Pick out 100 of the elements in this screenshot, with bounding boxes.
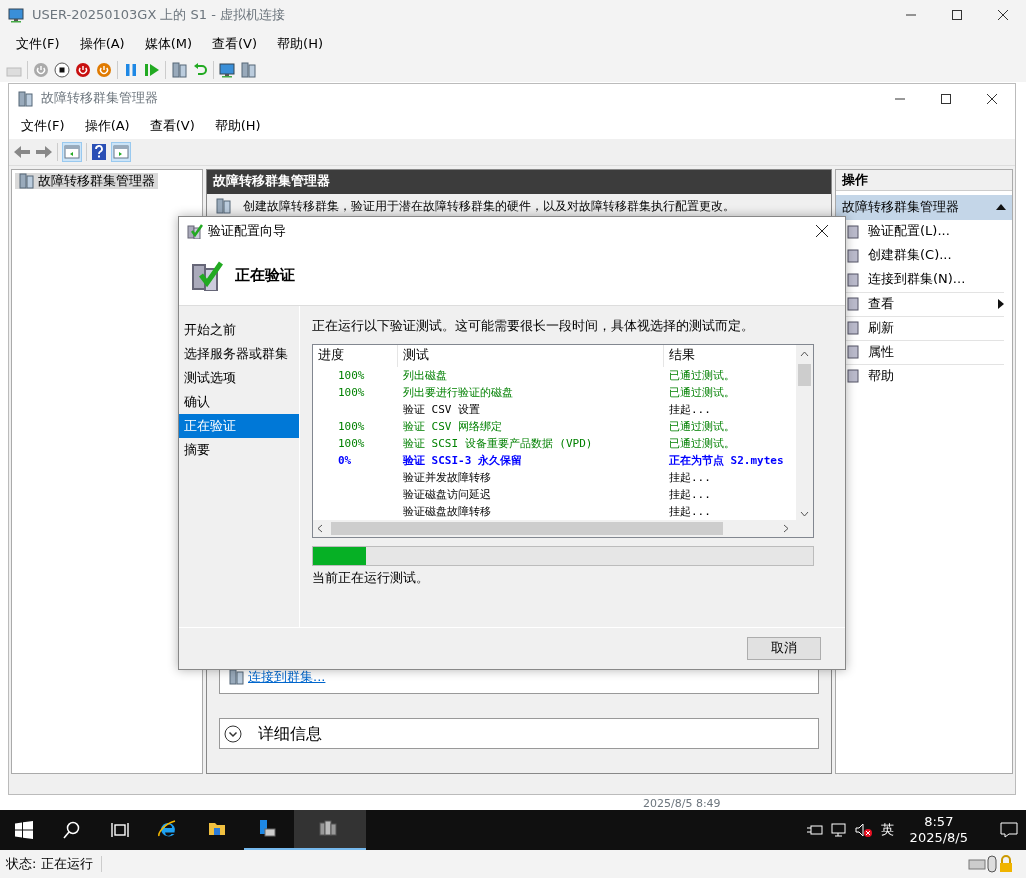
undo-icon[interactable] [192, 62, 208, 78]
server-check-icon [187, 223, 203, 239]
menu-item[interactable]: 操作(A) [69, 35, 135, 53]
action-item[interactable]: 创建群集(C)... [836, 243, 1004, 268]
column-header[interactable]: 测试 [398, 345, 664, 368]
progress-cell-text: 100% [337, 368, 366, 385]
submenu-arrow-icon [998, 299, 1004, 309]
volume-muted-icon[interactable] [854, 823, 873, 837]
time-text: 8:57 [924, 813, 954, 830]
help-icon[interactable] [91, 143, 107, 161]
wizard-step[interactable]: 选择服务器或群集 [179, 342, 299, 366]
result-cell-text: 正在为节点 S2.mytes [668, 453, 785, 470]
back-arrow-icon[interactable] [13, 144, 31, 160]
action-item[interactable]: 验证配置(L)... [836, 219, 1004, 244]
wizard-step[interactable]: 开始之前 [179, 318, 299, 342]
input-method-indicator[interactable]: 英 [880, 821, 894, 839]
taskbar-button[interactable] [294, 810, 366, 850]
menu-item[interactable]: 帮助(H) [204, 117, 271, 135]
progress-cell-text: 100% [337, 385, 366, 402]
test-name-cell-text: 验证 SCSI-3 永久保留 [402, 453, 523, 470]
collapse-triangle-icon [996, 204, 1006, 211]
power-icon[interactable] [75, 62, 91, 78]
start-icon[interactable] [15, 821, 33, 839]
result-cell-text: 已通过测试。 [668, 385, 736, 402]
expand-chevron-icon[interactable] [224, 724, 242, 743]
menu-item[interactable]: 帮助(H) [267, 35, 333, 53]
action-pane-toggle-button[interactable] [111, 142, 131, 162]
scroll-thumb[interactable] [331, 522, 723, 536]
scroll-thumb[interactable] [798, 363, 811, 386]
test-name-cell-text: 列出要进行验证的磁盘 [402, 385, 514, 402]
result-cell-text: 挂起... [668, 470, 712, 487]
result-cell-text: 已通过测试。 [668, 436, 736, 453]
power-icon[interactable] [96, 62, 112, 78]
menu-item[interactable]: 操作(A) [74, 117, 140, 135]
test-name-cell-text: 验证 CSV 设置 [402, 402, 482, 419]
mouse-icon [986, 855, 998, 873]
wizard-step[interactable]: 摘要 [179, 438, 299, 462]
vertical-scrollbar[interactable] [796, 345, 813, 522]
test-name-cell-text: 验证 SCSI 设备重要产品数据 (VPD) [402, 436, 594, 453]
pane-header: 故障转移群集管理器 [207, 170, 831, 194]
power-plug-icon[interactable] [806, 823, 823, 837]
result-cell-text: 已通过测试。 [668, 368, 736, 385]
test-name-cell-text: 验证 CSV 网络绑定 [402, 419, 504, 436]
monitor-icon [8, 7, 24, 24]
result-cell-text: 挂起... [668, 402, 712, 419]
horizontal-scrollbar[interactable] [313, 520, 813, 538]
details-title: 详细信息 [258, 723, 322, 744]
menu-item[interactable]: 查看(V) [139, 117, 205, 135]
tree-toggle-button[interactable] [62, 142, 82, 162]
monitor-icon[interactable] [219, 62, 235, 78]
progress-cell-text: 100% [337, 419, 366, 436]
close-icon[interactable] [816, 225, 828, 237]
test-name-cell-text: 验证磁盘访问延迟 [402, 487, 492, 504]
close-icon[interactable] [987, 93, 997, 104]
network-icon[interactable] [830, 823, 847, 837]
dialog-heading: 正在验证 [235, 265, 295, 285]
result-cell-text: 已通过测试。 [668, 419, 736, 436]
maximize-icon[interactable] [941, 93, 951, 104]
stop-icon[interactable] [54, 62, 70, 78]
date-text: 2025/8/5 [909, 830, 968, 847]
clock[interactable]: 8:57 2025/8/5 [909, 813, 968, 847]
action-group-header[interactable]: 故障转移群集管理器 [836, 195, 1012, 220]
wizard-step[interactable]: 测试选项 [179, 366, 299, 390]
notification-icon[interactable] [1000, 821, 1018, 839]
test-name-cell-text: 验证并发故障转移 [402, 470, 492, 487]
intro-text: 正在运行以下验证测试。这可能需要很长一段时间，具体视选择的测试而定。 [312, 318, 755, 335]
cluster-link[interactable]: 连接到群集... [248, 668, 326, 685]
result-cell-text: 挂起... [668, 504, 712, 521]
task-view-icon[interactable] [111, 821, 129, 839]
window-title: USER-20250103GX 上的 S1 - 虚拟机连接 [32, 6, 287, 24]
window-title: 故障转移群集管理器 [41, 90, 159, 107]
menu-item[interactable]: 媒体(M) [134, 35, 203, 53]
column-header[interactable]: 进度 [313, 345, 398, 368]
action-item[interactable]: 连接到群集(N)... [836, 267, 1004, 292]
tree-item[interactable]: 故障转移群集管理器 [15, 173, 158, 190]
test-name-cell-text: 验证磁盘故障转移 [402, 504, 492, 521]
timestamp: 2025/8/5 8:49 [643, 798, 721, 810]
progress-cell-text: 100% [337, 436, 366, 453]
pause-icon[interactable] [123, 62, 139, 78]
menu-item[interactable]: 文件(F) [6, 35, 70, 53]
close-icon[interactable] [998, 10, 1008, 20]
menu-item[interactable]: 文件(F) [11, 117, 75, 135]
status-text: 当前正在运行测试。 [312, 570, 430, 587]
wizard-step[interactable]: 正在验证 [179, 414, 299, 438]
test-name-cell-text: 列出磁盘 [402, 368, 448, 385]
dialog-title: 验证配置向导 [208, 222, 287, 240]
description-text: 创建故障转移群集，验证用于潜在故障转移群集的硬件，以及对故障转移群集执行配置更改。 [243, 198, 735, 214]
maximize-icon[interactable] [952, 10, 962, 20]
menu-item[interactable]: 查看(V) [202, 35, 268, 53]
server-check-icon [191, 259, 223, 291]
lock-icon [998, 855, 1014, 873]
wizard-step[interactable]: 确认 [179, 390, 299, 414]
forward-arrow-icon[interactable] [35, 144, 53, 160]
status-text: 状态: 正在运行 [6, 855, 102, 873]
pane-header: 操作 [836, 170, 1012, 192]
play-icon[interactable] [144, 62, 160, 78]
panel-icon [113, 144, 129, 160]
panel-icon [64, 144, 80, 160]
search-icon[interactable] [63, 821, 81, 839]
cancel-button[interactable]: 取消 [747, 637, 821, 660]
